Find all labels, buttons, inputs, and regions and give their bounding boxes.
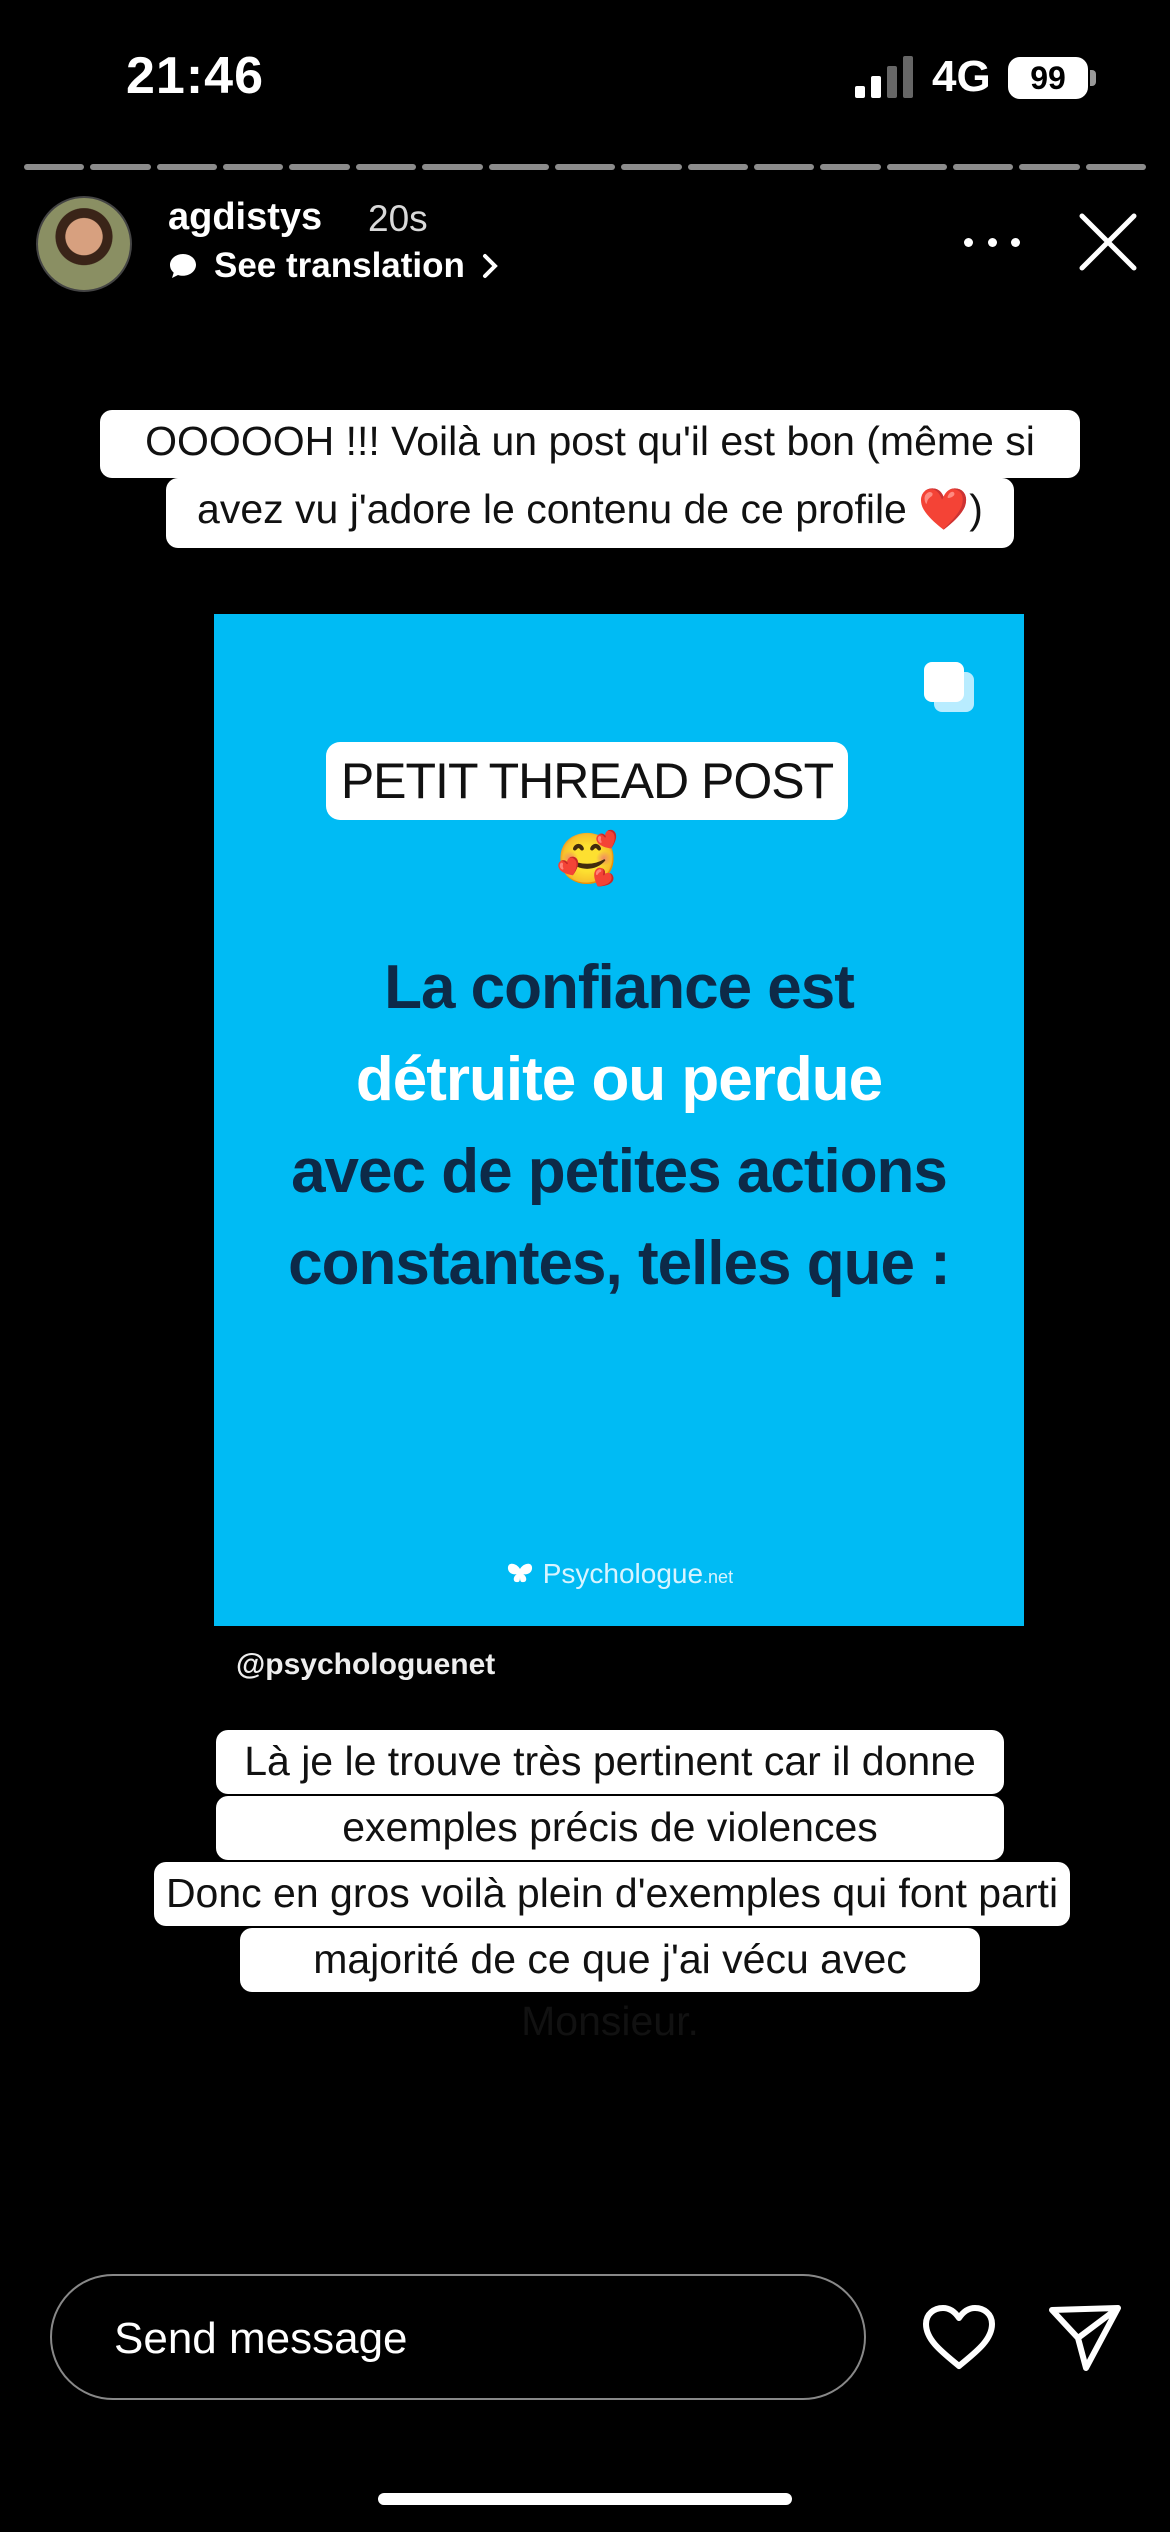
- dot-icon: [987, 237, 997, 247]
- caption-bottom-line-2: exemples précis de violences psychologiq…: [216, 1796, 1004, 1912]
- story-progress-segment: [156, 164, 218, 170]
- username[interactable]: agdistys: [168, 196, 322, 239]
- story-progress-segment: [687, 164, 748, 170]
- more-options-button[interactable]: [964, 212, 1020, 272]
- dot-icon: [1011, 237, 1020, 247]
- story-progress-segment: [1085, 164, 1147, 170]
- story-progress-segment: [355, 164, 417, 170]
- see-translation-label: See translation: [214, 246, 465, 285]
- status-bar: 21:46 4G 99: [0, 0, 1170, 150]
- story-progress-segment: [621, 164, 682, 170]
- post-line-1: La confiance est: [384, 953, 855, 1022]
- story-progress-segment: [422, 164, 483, 170]
- story-progress-segment: [289, 164, 350, 170]
- story-progress-segment: [554, 164, 616, 170]
- post-line-3: avec de petites actions: [291, 1137, 948, 1206]
- see-translation-button[interactable]: See translation: [168, 246, 499, 286]
- send-icon[interactable]: [1048, 2302, 1122, 2374]
- post-brand-name: Psychologue: [542, 1558, 704, 1589]
- story-progress-segment: [953, 164, 1014, 170]
- caption-bottom-line-3: Donc en gros voilà plein d'exemples qui …: [154, 1862, 1070, 1978]
- caption-top-line-1: OOOOOH !!! Voilà un post qu'il est bon (…: [100, 410, 1080, 526]
- caption-bottom-line-1: Là je le trouve très pertinent car il do…: [216, 1730, 1004, 1846]
- dot-icon: [964, 237, 973, 247]
- post-brand-suffix: .net: [703, 1567, 734, 1587]
- network-type: 4G: [932, 52, 991, 101]
- post-brand: Psychologue.net: [214, 1558, 1024, 1590]
- story-age: 20s: [368, 198, 428, 239]
- post-tag: PETIT THREAD POST 🥰: [326, 742, 848, 887]
- clock: 21:46: [126, 47, 264, 105]
- caption-top-line-2: avez vu j'adore le contenu de ce profile…: [166, 478, 1014, 548]
- battery-nub: [1090, 70, 1096, 86]
- story-progress-segment: [1019, 164, 1080, 170]
- story-progress-segment: [753, 164, 815, 170]
- battery-icon: 99: [1008, 57, 1088, 99]
- story-progress-segment: [24, 164, 85, 170]
- post-line-4: constantes, telles que :: [288, 1229, 951, 1298]
- send-message-placeholder: Send message: [114, 2314, 408, 2363]
- close-icon[interactable]: [1076, 210, 1140, 274]
- speech-bubble-icon: [170, 254, 196, 278]
- chevron-right-icon: [482, 254, 498, 278]
- caption-bottom-line-4: majorité de ce que j'ai vécu avec Monsie…: [240, 1928, 980, 2044]
- heart-icon[interactable]: [922, 2304, 996, 2372]
- story-progress-segment: [223, 164, 284, 170]
- post-line-2: détruite ou perdue: [355, 1045, 883, 1114]
- story-progress-bar: [24, 164, 1147, 172]
- avatar[interactable]: [36, 196, 132, 292]
- story-progress-segment: [90, 164, 151, 170]
- home-indicator: [378, 2493, 792, 2505]
- butterfly-icon: [507, 1563, 532, 1583]
- signal-icon: [855, 56, 913, 98]
- send-message-input[interactable]: Send message: [50, 2274, 866, 2400]
- story-progress-segment: [886, 164, 948, 170]
- post-author-handle[interactable]: @psychologuenet: [236, 1648, 495, 1682]
- carousel-icon: [924, 662, 974, 712]
- story-progress-segment: [488, 164, 549, 170]
- story-progress-segment: [820, 164, 881, 170]
